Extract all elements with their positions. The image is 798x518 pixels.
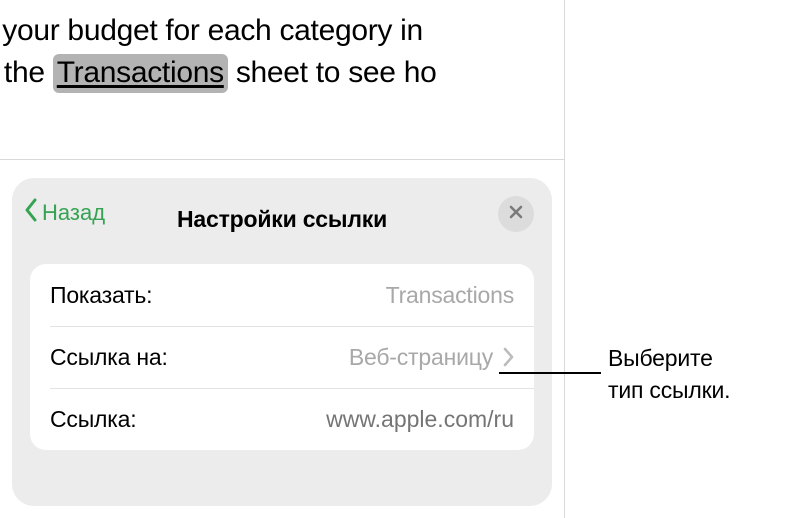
link-to-label: Ссылка на: [50,344,168,371]
link-to-row[interactable]: Ссылка на: Веб-страницу [30,326,534,388]
callout-line2: тип ссылки. [608,377,730,403]
chevron-left-icon [24,198,38,228]
document-background: Enter your budget for each category in n… [0,0,565,159]
display-text-row[interactable]: Показать: Transactions [30,264,534,326]
doc-line2-suffix: sheet to see ho [228,56,437,89]
popover-container: Назад Настройки ссылки Показать: Transac… [0,159,565,518]
callout-line1: Выберите [608,345,713,371]
doc-line2-prefix: ns on the [0,56,53,89]
hyperlink-text[interactable]: Transactions [53,54,228,93]
popover-header: Назад Настройки ссылки [12,196,552,242]
document-text[interactable]: Enter your budget for each category in n… [0,10,564,94]
doc-line1: Enter your budget for each category in [0,14,423,47]
display-value: Transactions [386,282,514,309]
display-label: Показать: [50,282,152,309]
callout-leader-line [499,372,601,374]
link-url-label: Ссылка: [50,406,136,433]
link-url-row[interactable]: Ссылка: [30,388,534,450]
close-icon [508,204,524,225]
callout-text: Выберите тип ссылки. [608,342,730,406]
settings-list: Показать: Transactions Ссылка на: Веб-ст… [30,264,534,450]
chevron-right-icon [503,347,514,367]
link-url-input[interactable] [234,406,514,433]
close-button[interactable] [498,196,534,232]
back-label: Назад [42,200,105,226]
link-settings-popover: Назад Настройки ссылки Показать: Transac… [12,178,552,506]
link-to-value: Веб-страницу [349,344,493,371]
back-button[interactable]: Назад [24,198,105,228]
